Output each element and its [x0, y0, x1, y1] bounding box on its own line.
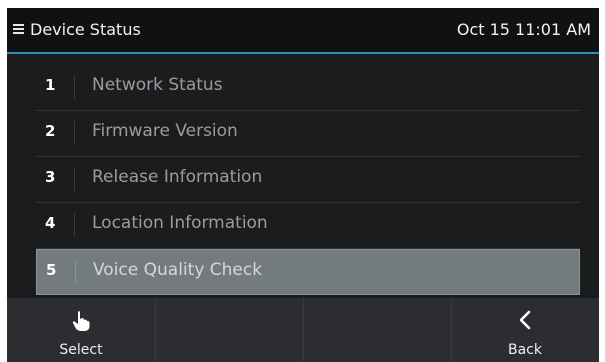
separator — [75, 260, 76, 284]
softkey-bar: Select Back — [7, 298, 599, 362]
hand-pointer-icon — [7, 310, 155, 336]
menu-item-label: Release Information — [92, 167, 263, 187]
separator — [74, 167, 75, 191]
separator — [74, 121, 75, 145]
menu-item-number: 5 — [46, 261, 57, 279]
phone-screen: Device Status Oct 15 11:01 AM 1 Network … — [7, 8, 599, 362]
separator — [74, 213, 75, 237]
menu-item-number: 2 — [45, 122, 56, 140]
chevron-left-icon — [451, 310, 599, 334]
back-softkey[interactable]: Back — [451, 298, 599, 362]
softkey-empty-2[interactable] — [155, 298, 304, 362]
select-softkey[interactable]: Select — [7, 298, 156, 362]
select-label: Select — [59, 342, 103, 358]
back-label: Back — [508, 342, 542, 358]
header-bar: Device Status Oct 15 11:01 AM — [7, 8, 599, 54]
separator — [74, 75, 75, 99]
menu-item-number: 3 — [45, 168, 56, 186]
menu-item-number: 1 — [45, 76, 56, 94]
menu-item-label: Firmware Version — [92, 121, 238, 141]
menu-icon — [13, 24, 24, 34]
page-title: Device Status — [30, 20, 141, 39]
softkey-empty-3[interactable] — [303, 298, 452, 362]
menu-item-label: Location Information — [92, 213, 268, 233]
date-time: Oct 15 11:01 AM — [456, 20, 591, 39]
menu-item-voice-quality-check[interactable]: 5 Voice Quality Check — [36, 249, 580, 295]
menu-item-label: Voice Quality Check — [93, 260, 263, 280]
menu-item-network-status[interactable]: 1 Network Status — [36, 65, 580, 111]
menu-item-location-information[interactable]: 4 Location Information — [36, 203, 580, 249]
menu-item-firmware-version[interactable]: 2 Firmware Version — [36, 111, 580, 157]
menu-item-release-information[interactable]: 3 Release Information — [36, 157, 580, 203]
menu-list: 1 Network Status 2 Firmware Version 3 Re… — [36, 65, 580, 295]
menu-item-label: Network Status — [92, 75, 223, 95]
menu-item-number: 4 — [45, 214, 56, 232]
